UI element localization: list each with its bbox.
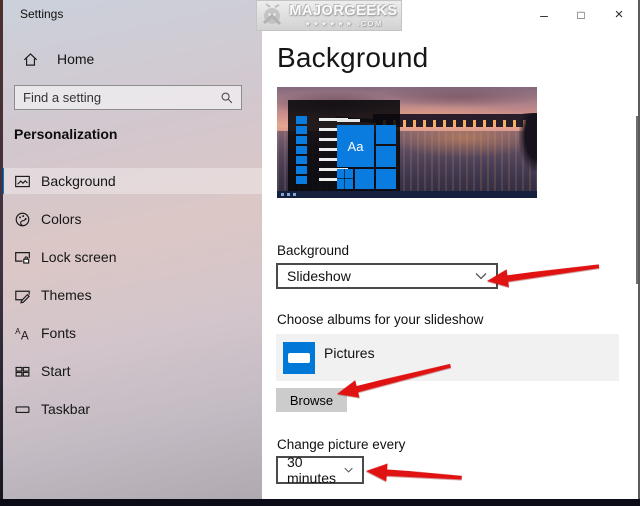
close-button[interactable]: × [606, 2, 632, 28]
sidebar-item-label: Themes [41, 287, 92, 303]
album-item-pictures[interactable]: Pictures [276, 334, 619, 381]
preview-tile-aa: Aa [337, 125, 374, 167]
majorgeeks-name: MAJORGEEKS [286, 4, 401, 19]
sidebar-item-label: Taskbar [41, 401, 90, 417]
sidebar-item-label: Start [41, 363, 71, 379]
change-picture-value: 30 minutes [287, 454, 344, 486]
majorgeeks-subtitle: ★★★★★★ .COM [286, 20, 401, 28]
sidebar: Settings Home Personalization Background [0, 0, 262, 499]
window-title: Settings [20, 7, 63, 21]
sidebar-section-title: Personalization [14, 126, 117, 142]
album-name: Pictures [324, 345, 375, 361]
screenshot-root: Settings Home Personalization Background [0, 0, 640, 506]
sidebar-item-lock-screen[interactable]: Lock screen [0, 244, 262, 270]
background-type-dropdown[interactable]: Slideshow [276, 263, 498, 289]
sidebar-item-start[interactable]: Start [0, 358, 262, 384]
sidebar-item-home[interactable]: Home [0, 46, 262, 72]
search-box[interactable] [14, 85, 242, 110]
sidebar-item-label: Background [41, 173, 116, 189]
desktop-taskbar-strip [0, 499, 640, 506]
preview-taskbar [277, 191, 537, 198]
start-icon [14, 363, 31, 380]
preview-tile [337, 169, 353, 189]
start-menu-group-label [337, 119, 360, 122]
majorgeeks-mascot-icon [260, 3, 286, 29]
sidebar-home-label: Home [57, 51, 94, 67]
sidebar-item-label: Lock screen [41, 249, 116, 265]
search-icon [220, 91, 234, 105]
background-preview: Aa [277, 87, 537, 198]
sidebar-item-taskbar[interactable]: Taskbar [0, 396, 262, 422]
sidebar-item-label: Colors [41, 211, 81, 227]
sidebar-item-fonts[interactable]: A A Fonts [0, 320, 262, 346]
preview-tile [376, 125, 396, 144]
sidebar-item-label: Fonts [41, 325, 76, 341]
svg-text:A: A [21, 329, 29, 342]
main-content: – □ × Background [262, 0, 640, 499]
minimize-button[interactable]: – [531, 2, 557, 28]
home-icon [22, 51, 39, 68]
majorgeeks-watermark-text: MAJORGEEKS ★★★★★★ .COM [286, 4, 401, 28]
themes-icon [14, 287, 31, 304]
maximize-button[interactable]: □ [568, 2, 594, 28]
preview-tile [355, 169, 374, 189]
preview-tile [376, 146, 396, 167]
taskbar-icon [14, 401, 31, 418]
sidebar-item-themes[interactable]: Themes [0, 282, 262, 308]
background-icon [14, 173, 31, 190]
fonts-icon: A A [14, 325, 31, 342]
preview-start-menu: Aa [288, 100, 400, 191]
background-type-value: Slideshow [287, 268, 351, 284]
background-dropdown-label: Background [277, 243, 349, 258]
lock-screen-icon [14, 249, 31, 266]
page-title: Background [277, 42, 428, 74]
sidebar-item-background[interactable]: Background [0, 168, 262, 194]
sidebar-item-colors[interactable]: Colors [0, 206, 262, 232]
search-input[interactable] [15, 86, 220, 109]
change-picture-label: Change picture every [277, 437, 405, 452]
palette-icon [14, 211, 31, 228]
majorgeeks-watermark: MAJORGEEKS ★★★★★★ .COM [256, 0, 402, 31]
album-folder-icon [283, 342, 315, 374]
preview-tree-silhouette [519, 113, 537, 171]
albums-label: Choose albums for your slideshow [277, 312, 483, 327]
preview-tile [376, 169, 396, 189]
change-picture-dropdown[interactable]: 30 minutes [276, 456, 364, 484]
settings-window: Settings Home Personalization Background [0, 0, 640, 499]
desktop-edge-left [0, 0, 3, 506]
chevron-down-icon [344, 466, 353, 474]
